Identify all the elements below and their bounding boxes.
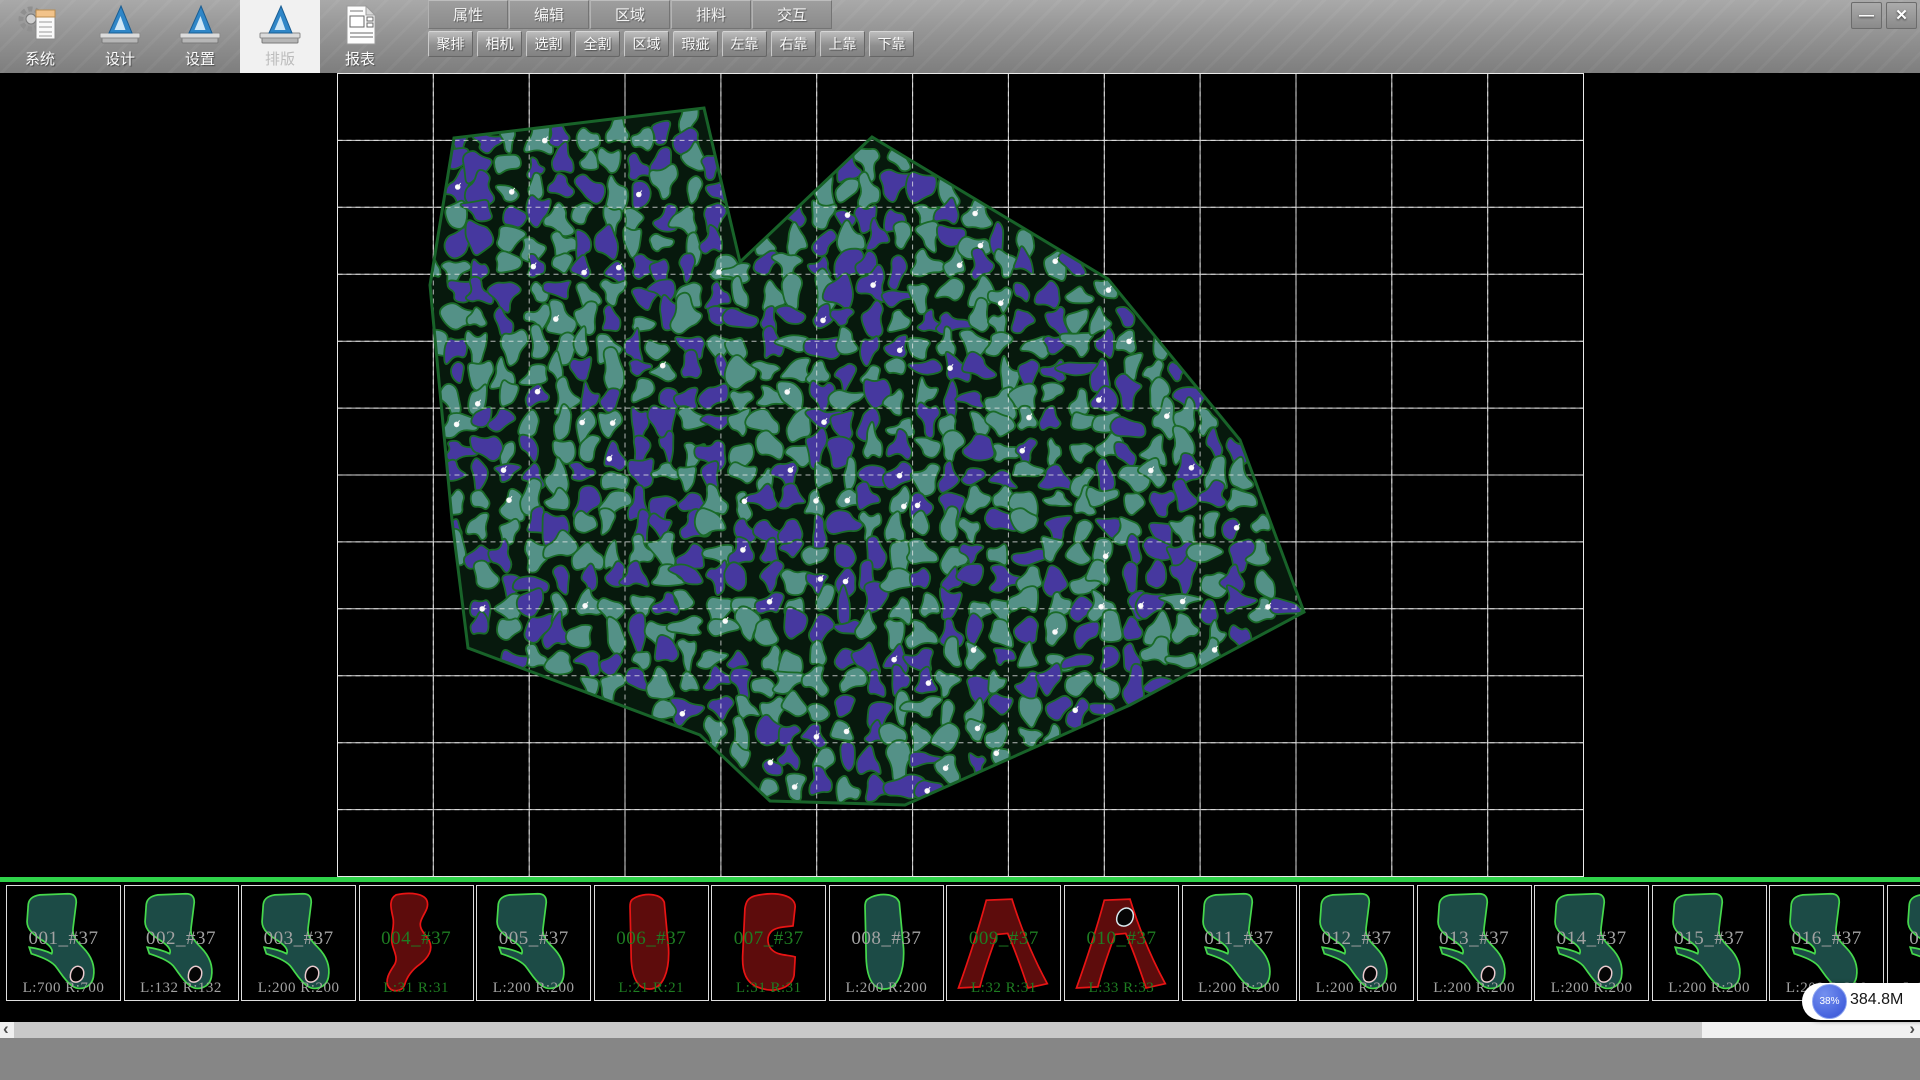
memory-value: 384.8M xyxy=(1850,991,1903,1009)
part-name: 008_#37 xyxy=(830,928,943,950)
action-button-5[interactable]: 区域 xyxy=(624,31,669,57)
system-icon xyxy=(17,3,63,47)
close-button[interactable]: ✕ xyxy=(1886,2,1917,29)
design-icon xyxy=(97,3,143,47)
action-button-10[interactable]: 下靠 xyxy=(869,31,914,57)
part-lr-count: L:200 R:200 xyxy=(1535,980,1648,997)
part-lr-count: L:132 R:132 xyxy=(125,980,238,997)
part-thumbnail-002_#37[interactable]: 002_#37 L:132 R:132 xyxy=(124,885,239,1001)
part-name: 004_#37 xyxy=(360,928,473,950)
toolbar-report-button[interactable]: 报表 xyxy=(320,0,400,73)
part-lr-count: L:21 R:21 xyxy=(595,980,708,997)
part-thumbnail-009_#37[interactable]: 009_#37 L:32 R:31 xyxy=(946,885,1061,1001)
toolbar-button-label: 排版 xyxy=(265,48,295,69)
part-thumbnail-005_#37[interactable]: 005_#37 L:200 R:200 xyxy=(476,885,591,1001)
part-name: 006_#37 xyxy=(595,928,708,950)
part-thumbnail-001_#37[interactable]: 001_#37 L:700 R:700 xyxy=(6,885,121,1001)
scroll-right-icon[interactable]: › xyxy=(1909,1021,1915,1037)
part-name: 010_#37 xyxy=(1065,928,1178,950)
part-thumbnail-008_#37[interactable]: 008_#37 L:200 R:200 xyxy=(829,885,944,1001)
action-button-1[interactable]: 聚排 xyxy=(428,31,473,57)
toolbar-design-button[interactable]: 设计 xyxy=(80,0,160,73)
part-thumbnail-004_#37[interactable]: 004_#37 L:31 R:31 xyxy=(359,885,474,1001)
minimize-button[interactable]: — xyxy=(1851,2,1882,29)
toolbar-button-label: 系统 xyxy=(25,48,55,69)
report-icon xyxy=(337,3,383,47)
part-thumbnail-006_#37[interactable]: 006_#37 L:21 R:21 xyxy=(594,885,709,1001)
scroll-left-icon[interactable]: ‹ xyxy=(3,1021,9,1037)
part-name: 003_#37 xyxy=(242,928,355,950)
part-thumbnail-010_#37[interactable]: 010_#37 L:33 R:33 xyxy=(1064,885,1179,1001)
part-name: 017_#37 xyxy=(1888,928,1920,950)
action-button-7[interactable]: 左靠 xyxy=(722,31,767,57)
action-button-4[interactable]: 全割 xyxy=(575,31,620,57)
progress-circle: 38% xyxy=(1812,984,1847,1019)
part-thumbnail-013_#37[interactable]: 013_#37 L:200 R:200 xyxy=(1417,885,1532,1001)
part-name: 007_#37 xyxy=(712,928,825,950)
part-lr-count: L:200 R:200 xyxy=(1653,980,1766,997)
part-lr-count: L:200 R:200 xyxy=(242,980,355,997)
part-lr-count: L:200 R:200 xyxy=(477,980,590,997)
menu-button-5[interactable]: 交互 xyxy=(752,0,832,29)
settings-icon xyxy=(177,3,223,47)
toolbar-system-button[interactable]: 系统 xyxy=(0,0,80,73)
part-lr-count: L:31 R:31 xyxy=(712,980,825,997)
part-name: 015_#37 xyxy=(1653,928,1766,950)
status-bar xyxy=(0,1038,1920,1080)
part-lr-count: L:200 R:200 xyxy=(830,980,943,997)
menu-button-1[interactable]: 属性 xyxy=(428,0,508,29)
part-name: 005_#37 xyxy=(477,928,590,950)
main-toolbar: 系统设计设置排版报表 属性编辑区域排料交互 聚排相机选割全割区域瑕疵左靠右靠上靠… xyxy=(0,0,1920,73)
action-button-8[interactable]: 右靠 xyxy=(771,31,816,57)
action-button-2[interactable]: 相机 xyxy=(477,31,522,57)
part-lr-count: L:700 R:700 xyxy=(7,980,120,997)
toolbar-button-label: 报表 xyxy=(345,48,375,69)
action-button-9[interactable]: 上靠 xyxy=(820,31,865,57)
toolbar-nesting-button[interactable]: 排版 xyxy=(240,0,320,73)
app-window: 系统设计设置排版报表 属性编辑区域排料交互 聚排相机选割全割区域瑕疵左靠右靠上靠… xyxy=(0,0,1920,1080)
part-lr-count: L:31 R:31 xyxy=(360,980,473,997)
part-thumbnail-007_#37[interactable]: 007_#37 L:31 R:31 xyxy=(711,885,826,1001)
menu-button-2[interactable]: 编辑 xyxy=(509,0,589,29)
part-name: 011_#37 xyxy=(1183,928,1296,950)
part-name: 012_#37 xyxy=(1300,928,1413,950)
toolbar-button-label: 设置 xyxy=(185,48,215,69)
window-controls: — ✕ xyxy=(1851,2,1917,29)
part-name: 014_#37 xyxy=(1535,928,1648,950)
horizontal-scrollbar[interactable]: ‹ › xyxy=(0,1022,1920,1038)
part-name: 009_#37 xyxy=(947,928,1060,950)
menu-button-4[interactable]: 排料 xyxy=(671,0,751,29)
parts-panel: 001_#37L:700 R:700002_#37L:132 R:132003_… xyxy=(0,882,1920,1022)
part-name: 013_#37 xyxy=(1418,928,1531,950)
action-button-3[interactable]: 选割 xyxy=(526,31,571,57)
part-lr-count: L:200 R:200 xyxy=(1300,980,1413,997)
nesting-svg xyxy=(0,73,1920,878)
part-lr-count: L:200 R:200 xyxy=(1183,980,1296,997)
part-lr-count: L:200 R:200 xyxy=(1418,980,1531,997)
mode-button-group: 系统 设计 设置 排版 报表 xyxy=(0,0,400,73)
menu-bar: 属性编辑区域排料交互 xyxy=(428,0,833,29)
part-lr-count: L:32 R:31 xyxy=(947,980,1060,997)
action-button-6[interactable]: 瑕疵 xyxy=(673,31,718,57)
part-name: 016_#37 xyxy=(1770,928,1883,950)
part-name: 002_#37 xyxy=(125,928,238,950)
nesting-icon xyxy=(257,3,303,47)
menu-button-3[interactable]: 区域 xyxy=(590,0,670,29)
part-name: 001_#37 xyxy=(7,928,120,950)
nesting-canvas[interactable] xyxy=(0,73,1920,878)
action-button-row: 聚排相机选割全割区域瑕疵左靠右靠上靠下靠 xyxy=(428,31,914,57)
progress-value: 38% xyxy=(1819,996,1839,1007)
part-lr-count: L:33 R:33 xyxy=(1065,980,1178,997)
part-thumbnail-012_#37[interactable]: 012_#37 L:200 R:200 xyxy=(1299,885,1414,1001)
part-thumbnail-011_#37[interactable]: 011_#37 L:200 R:200 xyxy=(1182,885,1297,1001)
scrollbar-thumb[interactable] xyxy=(14,1022,1702,1038)
part-thumbnail-014_#37[interactable]: 014_#37 L:200 R:200 xyxy=(1534,885,1649,1001)
part-thumbnail-015_#37[interactable]: 015_#37 L:200 R:200 xyxy=(1652,885,1767,1001)
toolbar-button-label: 设计 xyxy=(105,48,135,69)
part-thumbnail-003_#37[interactable]: 003_#37 L:200 R:200 xyxy=(241,885,356,1001)
toolbar-settings-button[interactable]: 设置 xyxy=(160,0,240,73)
